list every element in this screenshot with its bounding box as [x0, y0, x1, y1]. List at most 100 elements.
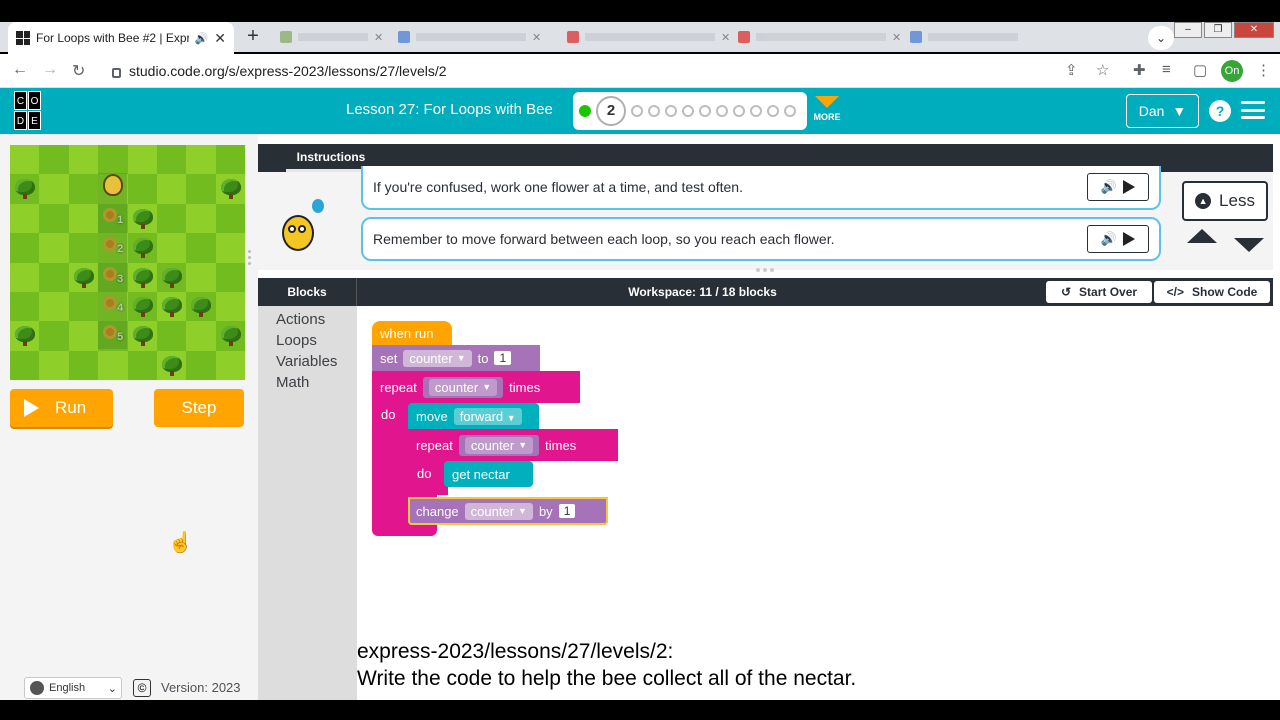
tree-icon	[161, 355, 182, 372]
url-field[interactable]: studio.code.org/s/express-2023/lessons/2…	[102, 58, 1122, 84]
get-nectar-block[interactable]: get nectar	[444, 461, 533, 487]
reload-icon[interactable]: ↻	[72, 61, 85, 81]
toolbox-category-actions[interactable]: Actions	[276, 311, 325, 328]
background-tab[interactable]	[910, 28, 1018, 46]
share-icon[interactable]: ⇪	[1065, 61, 1078, 79]
scroll-up-arrow-icon[interactable]	[1187, 229, 1217, 243]
browser-tab-active[interactable]: For Loops with Bee #2 | Expr 🔊 ✕	[8, 22, 234, 54]
step-button[interactable]: Step	[154, 389, 244, 427]
background-tab[interactable]: ✕	[567, 28, 730, 46]
text-to-speech-button[interactable]: 🔊	[1087, 173, 1149, 201]
maximize-icon[interactable]: ❐	[1204, 22, 1232, 38]
variable-dropdown[interactable]: counter ▼	[464, 502, 533, 520]
maze-tile	[186, 350, 216, 380]
lesson-title[interactable]: Lesson 27: For Loops with Bee	[346, 101, 553, 118]
bottom-black-bar	[0, 700, 1280, 720]
start-over-button[interactable]: ↺ Start Over	[1046, 281, 1152, 303]
play-icon	[1123, 232, 1136, 246]
tab-close-icon[interactable]: ✕	[532, 31, 541, 44]
panel-resize-handle[interactable]	[248, 250, 252, 270]
extensions-puzzle-icon[interactable]: ✚	[1133, 61, 1146, 79]
hamburger-menu-icon[interactable]	[1241, 101, 1265, 119]
less-button[interactable]: ▲ Less	[1182, 181, 1268, 221]
browser-menu-icon[interactable]: ⋮	[1256, 61, 1271, 79]
level-dot[interactable]	[767, 105, 779, 117]
do-label: do	[381, 407, 396, 422]
profile-avatar[interactable]: On	[1221, 60, 1243, 82]
code-org-logo[interactable]: C O D E	[14, 91, 56, 131]
repeat-block[interactable]: repeat counter ▼ times	[372, 371, 580, 403]
set-variable-block[interactable]: set counter ▼ to 1	[372, 345, 540, 371]
maze-tile	[39, 350, 69, 380]
when-run-block[interactable]: when run	[372, 321, 452, 345]
level-dot[interactable]	[750, 105, 762, 117]
show-code-button[interactable]: </> Show Code	[1154, 281, 1270, 303]
url-text: studio.code.org/s/express-2023/lessons/2…	[129, 63, 447, 79]
scroll-down-arrow-icon[interactable]	[1234, 238, 1264, 252]
tab-close-icon[interactable]: ✕	[892, 31, 901, 44]
window-close-icon[interactable]: ✕	[1234, 22, 1274, 38]
background-tab[interactable]: ✕	[398, 28, 541, 46]
new-tab-button[interactable]: +	[240, 25, 266, 49]
more-chevron-icon	[815, 96, 839, 108]
counter-variable-block[interactable]: counter ▼	[422, 376, 504, 398]
number-field[interactable]: 1	[494, 351, 512, 365]
change-variable-block[interactable]: change counter ▼ by 1	[408, 497, 608, 525]
level-current[interactable]: 2	[596, 96, 626, 126]
maze-tile	[39, 291, 69, 322]
user-menu-button[interactable]: Dan ▼	[1126, 94, 1199, 128]
tab-close-icon[interactable]: ✕	[721, 31, 730, 44]
logo-blank	[42, 111, 55, 130]
level-dot[interactable]	[682, 105, 694, 117]
level-dot[interactable]	[784, 105, 796, 117]
level-dot[interactable]	[648, 105, 660, 117]
copyright-icon[interactable]: ©	[133, 679, 151, 697]
direction-dropdown[interactable]: forward ▼	[453, 407, 522, 425]
toolbox-category-math[interactable]: Math	[276, 374, 309, 391]
side-panel-icon[interactable]: ▢	[1193, 61, 1207, 79]
video-caption: express-2023/lessons/27/levels/2: Write …	[357, 638, 856, 692]
more-button[interactable]: MORE	[812, 96, 842, 122]
variable-dropdown[interactable]: counter ▼	[403, 349, 472, 367]
toolbox-category-variables[interactable]: Variables	[276, 353, 337, 370]
tree-icon	[73, 267, 94, 284]
reading-list-icon[interactable]: ≡	[1162, 61, 1171, 78]
background-tab[interactable]: ✕	[738, 28, 901, 46]
logo-letter: D	[14, 111, 27, 130]
text-to-speech-button[interactable]: 🔊	[1087, 225, 1149, 253]
tab-close-icon[interactable]: ✕	[214, 30, 226, 47]
tab-favicon-icon	[567, 31, 579, 43]
level-dot[interactable]	[631, 105, 643, 117]
number-field[interactable]: 1	[558, 504, 576, 518]
instructions-resize-handle[interactable]	[756, 268, 774, 272]
maze-tile	[10, 145, 40, 175]
dropdown-arrow-icon: ▼	[456, 353, 466, 363]
run-button[interactable]: Run	[10, 389, 113, 427]
inner-repeat-block[interactable]: repeat counter ▼ times	[408, 429, 618, 461]
level-dot[interactable]	[733, 105, 745, 117]
help-icon[interactable]: ?	[1209, 100, 1231, 122]
tab-close-icon[interactable]: ✕	[374, 31, 383, 44]
level-dot-completed[interactable]	[579, 105, 591, 117]
move-forward-block[interactable]: move forward ▼	[408, 403, 539, 429]
level-dot[interactable]	[699, 105, 711, 117]
level-dot[interactable]	[665, 105, 677, 117]
hand-cursor-icon: ☝	[168, 532, 193, 554]
dropdown-arrow-icon: ▼	[518, 440, 528, 450]
toolbox-category-loops[interactable]: Loops	[276, 332, 317, 349]
block-label: to	[477, 350, 489, 366]
bookmark-star-icon[interactable]: ☆	[1096, 61, 1109, 79]
globe-icon	[30, 681, 44, 695]
maze-tile	[98, 145, 128, 175]
forward-arrow-icon[interactable]: →	[42, 61, 58, 79]
tab-search-chevron-icon[interactable]: ⌄	[1148, 26, 1174, 50]
counter-variable-block[interactable]: counter ▼	[458, 434, 540, 456]
background-tab[interactable]: ✕	[280, 28, 383, 46]
minimize-icon[interactable]: –	[1174, 22, 1202, 38]
language-select[interactable]: English ⌄	[24, 677, 122, 699]
level-dot[interactable]	[716, 105, 728, 117]
maze-tile	[39, 174, 69, 204]
tree-icon	[15, 326, 35, 343]
back-arrow-icon[interactable]: ←	[12, 61, 28, 79]
maze-tile	[156, 321, 187, 351]
